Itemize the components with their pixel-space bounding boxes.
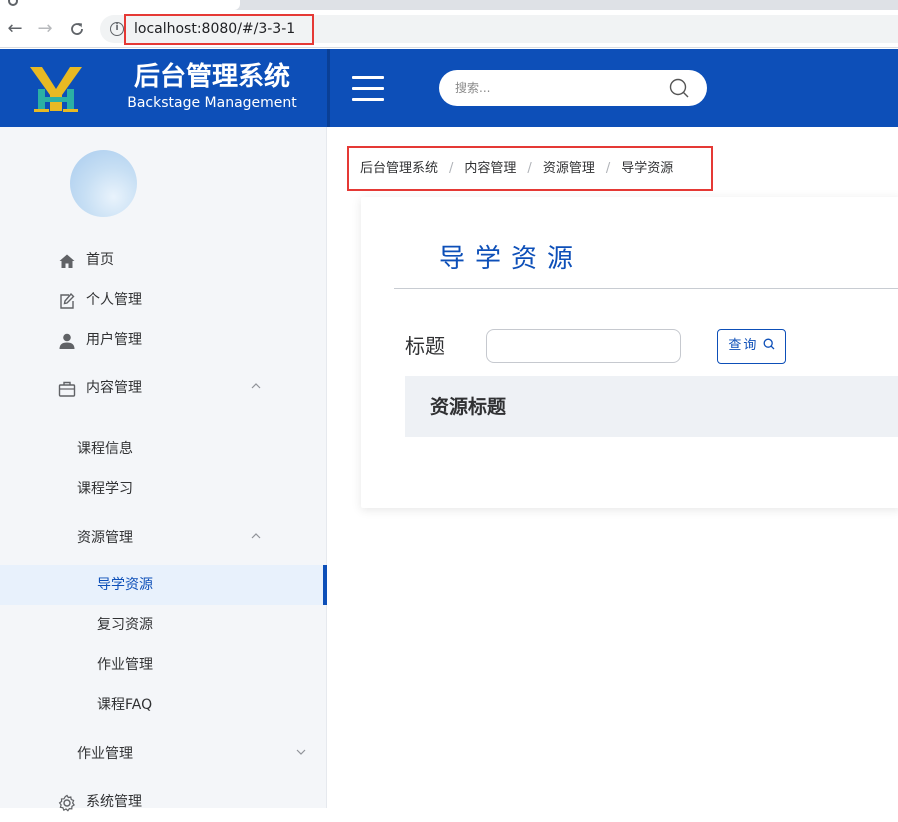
- breadcrumb-item[interactable]: 后台管理系统: [360, 161, 438, 176]
- briefcase-icon: [58, 381, 76, 397]
- query-button-label: 查询: [728, 338, 759, 353]
- sidebar-item-home[interactable]: 首页: [0, 240, 327, 280]
- sidebar-item-review-resources[interactable]: 复习资源: [0, 605, 327, 645]
- tab-favicon-icon: [8, 0, 18, 6]
- sidebar-item-system[interactable]: 系统管理: [0, 782, 327, 822]
- brand-header: 后台管理系统 Backstage Management: [0, 49, 327, 127]
- sidebar-item-homework[interactable]: 作业管理: [0, 734, 327, 774]
- logo-icon: [30, 67, 82, 112]
- chevron-up-icon: [251, 533, 261, 539]
- sidebar-item-label: 课程学习: [77, 481, 133, 497]
- url-text[interactable]: localhost:8080/#/3-3-1: [134, 21, 295, 37]
- sidebar-item-users[interactable]: 用户管理: [0, 320, 327, 360]
- breadcrumb-item-current: 导学资源: [621, 161, 674, 176]
- brand-title: 后台管理系统: [133, 62, 290, 92]
- sidebar-item-course-study[interactable]: 课程学习: [0, 469, 327, 509]
- search-box: [439, 70, 707, 106]
- forward-arrow-icon[interactable]: →: [34, 18, 56, 40]
- breadcrumb-item[interactable]: 内容管理: [464, 161, 516, 176]
- breadcrumb-separator: /: [527, 161, 532, 176]
- sidebar-item-homework-resources[interactable]: 作业管理: [0, 645, 327, 685]
- user-icon: [59, 333, 75, 349]
- sidebar-item-label: 用户管理: [86, 332, 142, 348]
- menu-toggle-icon[interactable]: [352, 76, 384, 102]
- edit-icon: [60, 292, 75, 309]
- breadcrumb-item[interactable]: 资源管理: [543, 161, 595, 176]
- site-info-icon[interactable]: i: [110, 22, 124, 36]
- sidebar-item-label: 课程FAQ: [97, 697, 153, 713]
- title-divider: [394, 288, 898, 289]
- brand-subtitle: Backstage Management: [127, 95, 297, 111]
- sidebar-item-label: 系统管理: [86, 794, 142, 810]
- filter-label: 标题: [405, 334, 445, 358]
- top-header: [330, 49, 898, 127]
- sidebar-item-label: 课程信息: [77, 441, 133, 457]
- sidebar-item-resources[interactable]: 资源管理: [0, 518, 327, 558]
- sidebar-item-label: 首页: [86, 252, 114, 268]
- breadcrumb: 后台管理系统 / 内容管理 / 资源管理 / 导学资源: [360, 160, 673, 178]
- title-filter-input[interactable]: [486, 329, 681, 363]
- search-icon[interactable]: [669, 78, 689, 98]
- home-icon: [59, 254, 75, 268]
- sidebar-item-guide-resources[interactable]: 导学资源: [0, 565, 327, 605]
- sidebar-item-label: 资源管理: [77, 530, 133, 546]
- search-icon: [763, 338, 775, 350]
- sidebar-item-label: 导学资源: [97, 577, 153, 593]
- chevron-up-icon: [251, 383, 261, 389]
- reload-icon[interactable]: [66, 18, 88, 40]
- gear-icon: [58, 794, 75, 812]
- query-button[interactable]: 查询: [717, 329, 786, 364]
- page-title: 导学资源: [439, 244, 584, 274]
- content-card: 导学资源 标题 查询 资源标题: [361, 197, 898, 508]
- back-arrow-icon[interactable]: ←: [4, 18, 26, 40]
- sidebar-item-course-info[interactable]: 课程信息: [0, 429, 327, 469]
- avatar[interactable]: [70, 150, 137, 217]
- browser-toolbar: ← → i localhost:8080/#/3-3-1: [0, 10, 898, 48]
- sidebar-item-content[interactable]: 内容管理: [0, 368, 327, 408]
- column-header-title: 资源标题: [430, 396, 507, 418]
- address-bar[interactable]: i localhost:8080/#/3-3-1: [100, 15, 898, 43]
- browser-tabstrip: [0, 0, 898, 10]
- sidebar-item-course-faq[interactable]: 课程FAQ: [0, 685, 327, 725]
- sidebar-item-label: 个人管理: [86, 292, 142, 308]
- breadcrumb-separator: /: [449, 161, 454, 176]
- chevron-down-icon: [296, 749, 306, 755]
- sidebar-item-label: 复习资源: [97, 617, 153, 633]
- table-header: 资源标题: [405, 376, 898, 437]
- main-content: 后台管理系统 / 内容管理 / 资源管理 / 导学资源 导学资源 标题 查询 资源标题: [328, 127, 898, 808]
- search-input[interactable]: [455, 78, 655, 98]
- sidebar-item-label: 作业管理: [77, 746, 133, 762]
- browser-tab[interactable]: [0, 0, 240, 10]
- sidebar-item-label: 作业管理: [97, 657, 153, 673]
- sidebar-item-personal[interactable]: 个人管理: [0, 280, 327, 320]
- sidebar: 首页 个人管理 用户管理 内容管理 课程信息 课程学习 资源管理 导学资源 复习…: [0, 127, 327, 812]
- sidebar-item-label: 内容管理: [86, 380, 142, 396]
- breadcrumb-separator: /: [605, 161, 611, 176]
